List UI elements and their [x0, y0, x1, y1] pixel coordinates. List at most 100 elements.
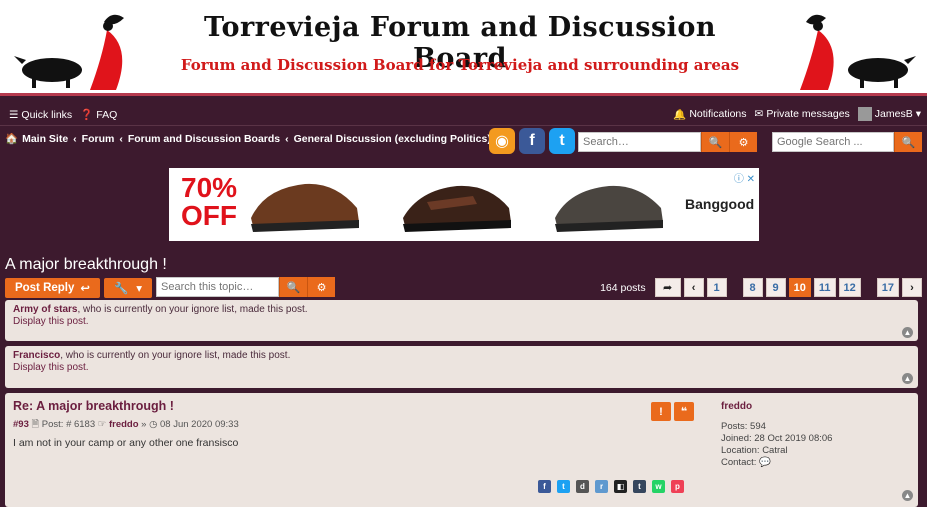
avatar [857, 107, 872, 121]
site-banner[interactable]: Torrevieja Forum and Discussion Board Fo… [0, 0, 927, 96]
topic-tools-button[interactable]: 🔧 ▾ [104, 278, 152, 298]
home-icon: 🏠 [5, 133, 19, 145]
flamenco-bull-art-left [14, 14, 124, 90]
topic-title[interactable]: A major breakthrough ! [5, 256, 167, 274]
page-link[interactable]: 17 [876, 278, 899, 297]
post-author[interactable]: freddo [109, 419, 139, 430]
pocket-share-icon[interactable]: p [671, 480, 684, 493]
search-icon: 🔍 [708, 136, 723, 149]
post: Re: A major breakthrough ! #93 🗎 Post: #… [5, 393, 918, 507]
ignored-notice: Army of stars, who is currently on your … [13, 304, 308, 315]
private-messages-label: Private messages [766, 108, 850, 120]
post-profile: freddo Posts: 594 Joined: 28 Oct 2019 08… [721, 401, 832, 469]
profile-location: Location: Catral [721, 445, 788, 456]
caret-down-icon: ▾ [915, 108, 921, 120]
private-messages-link[interactable]: ✉ Private messages [755, 108, 850, 120]
post-reply-button[interactable]: Post Reply ↩ [5, 278, 100, 298]
rss-icon[interactable]: ◉ [489, 128, 515, 154]
topic-search-button[interactable]: 🔍 [279, 277, 307, 297]
page-link-current[interactable]: 10 [788, 278, 811, 297]
topic-search: 🔍 ⚙ [156, 277, 335, 297]
notifications-label: Notifications [689, 108, 747, 120]
speech-bubble-icon[interactable]: 💬 [759, 457, 771, 468]
page-link[interactable]: 11 [813, 278, 836, 297]
post-number[interactable]: #93 [13, 419, 29, 430]
user-menu[interactable]: JamesB ▾ [857, 107, 921, 121]
breadcrumb-item-boards[interactable]: Forum and Discussion Boards [128, 133, 280, 145]
topic-advanced-search-button[interactable]: ⚙ [307, 277, 335, 297]
reply-arrow-icon: ↩ [80, 283, 91, 295]
post-reply-label: Post Reply [14, 282, 75, 294]
search-button[interactable]: 🔍 [701, 132, 729, 152]
ad-discount: 70% OFF [181, 172, 238, 231]
shoe-image [555, 185, 663, 232]
display-post-link[interactable]: Display this post. [13, 362, 89, 373]
hamburger-icon: ☰ [9, 108, 19, 121]
display-post-link[interactable]: Display this post. [13, 316, 89, 327]
faq-link[interactable]: ❓ FAQ [80, 108, 118, 122]
whatsapp-share-icon[interactable]: w [652, 480, 665, 493]
next-page-icon[interactable]: › [902, 278, 922, 297]
notifications-link[interactable]: 🔔 Notifications [673, 108, 746, 121]
ad-choices-icon[interactable]: ⓘ ✕ [734, 170, 755, 185]
question-icon: ❓ [80, 109, 94, 121]
document-icon: 🗎 [31, 419, 40, 430]
jump-to-page-icon[interactable]: ➦ [654, 278, 681, 297]
facebook-share-icon[interactable]: f [538, 480, 551, 493]
post-count: 164 posts [600, 281, 646, 294]
profile-username[interactable]: freddo [721, 401, 832, 413]
breadcrumb-separator: ‹ [73, 132, 77, 145]
reddit-share-icon[interactable]: r [595, 480, 608, 493]
breadcrumb: 🏠 Main Site ‹ Forum ‹ Forum and Discussi… [5, 132, 491, 146]
search-icon: 🔍 [901, 136, 916, 149]
facebook-icon[interactable]: f [519, 128, 545, 154]
breadcrumb-item-forum[interactable]: Forum [82, 133, 115, 145]
post-title[interactable]: Re: A major breakthrough ! [13, 399, 174, 413]
breadcrumb-separator: ‹ [285, 132, 289, 145]
report-button[interactable]: ! [651, 402, 671, 421]
google-search: 🔍 [772, 132, 922, 152]
google-search-input[interactable] [772, 132, 894, 152]
advanced-search-button[interactable]: ⚙ [729, 132, 757, 152]
faq-label: FAQ [96, 108, 118, 121]
search-icon: 🔍 [286, 281, 301, 294]
breadcrumb-item-general[interactable]: General Discussion (excluding Politics) [294, 133, 491, 145]
share-buttons: f t d r ◧ t w p [538, 480, 684, 493]
breadcrumb-separator: ‹ [119, 132, 123, 145]
back-to-top-icon[interactable]: ▲ [902, 373, 913, 384]
forum-search-input[interactable] [578, 132, 701, 152]
twitter-share-icon[interactable]: t [557, 480, 570, 493]
prev-page-icon[interactable]: ‹ [683, 278, 704, 297]
page-link[interactable]: 1 [706, 278, 727, 297]
topic-search-input[interactable] [156, 277, 279, 297]
page-link[interactable]: 8 [742, 278, 763, 297]
quick-links-label: Quick links [21, 108, 73, 121]
quick-links-menu[interactable]: ☰ Quick links [9, 109, 72, 121]
pagination: 164 posts ➦ ‹ 1 8 9 10 11 12 17 › [600, 278, 922, 297]
tumblr-share-icon[interactable]: t [633, 480, 646, 493]
advertisement-banner[interactable]: 70% OFF Banggood ⓘ ✕ [169, 168, 759, 241]
ignored-username[interactable]: Army of stars [13, 304, 77, 315]
breadcrumb-item-main-site[interactable]: Main Site [22, 133, 68, 145]
twitter-icon[interactable]: t [549, 128, 575, 154]
top-navbar: ☰ Quick links ❓ FAQ 🔔 Notifications ✉ Pr… [0, 103, 927, 125]
back-to-top-icon[interactable]: ▲ [902, 327, 913, 338]
user-icon: ☞ [97, 419, 107, 430]
forum-search: 🔍 ⚙ [578, 132, 757, 152]
envelope-icon: ✉ [754, 108, 764, 120]
gear-icon: ⚙ [738, 136, 749, 149]
username-label: JamesB [874, 108, 913, 120]
shoe-image [251, 183, 359, 232]
back-to-top-icon[interactable]: ▲ [902, 490, 913, 501]
digg-share-icon[interactable]: d [576, 480, 589, 493]
navbar-divider [0, 125, 927, 126]
quote-button[interactable]: ❝ [674, 402, 694, 421]
ignored-post: Francisco, who is currently on your igno… [5, 346, 918, 388]
page-link[interactable]: 9 [765, 278, 786, 297]
post-date: 08 Jun 2020 09:33 [160, 419, 239, 430]
wrench-icon: 🔧 [113, 283, 129, 295]
delicious-share-icon[interactable]: ◧ [614, 480, 627, 493]
google-search-button[interactable]: 🔍 [894, 132, 922, 152]
page-link[interactable]: 12 [838, 278, 861, 297]
ignored-username[interactable]: Francisco [13, 350, 60, 361]
